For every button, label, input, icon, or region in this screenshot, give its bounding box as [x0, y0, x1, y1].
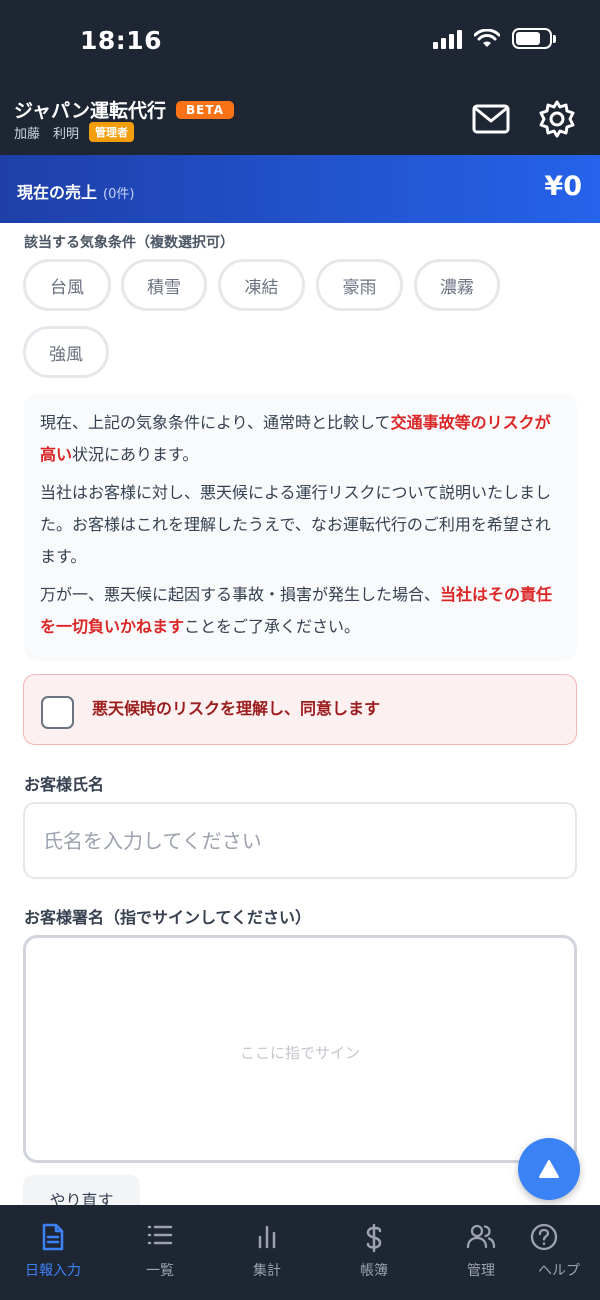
nav-item-admin[interactable]: 管理: [431, 1205, 531, 1300]
mail-button[interactable]: [470, 98, 512, 140]
risk-agreement[interactable]: 悪天候時のリスクを理解し、同意します: [23, 674, 577, 745]
agree-label: 悪天候時のリスクを理解し、同意します: [92, 699, 381, 718]
dollar-icon: [366, 1223, 382, 1253]
user-name: 加藤 利明: [14, 126, 80, 142]
nav-item-list[interactable]: 一覧: [110, 1205, 210, 1300]
mail-icon: [472, 104, 510, 134]
wifi-icon: [474, 28, 500, 47]
nav-label: 管理: [467, 1263, 495, 1279]
signature-label: お客様署名（指でサインしてください）: [24, 908, 312, 927]
document-icon: [42, 1223, 64, 1251]
weather-chip-heavy-rain[interactable]: 豪雨: [316, 259, 403, 311]
weather-chip-fog[interactable]: 濃霧: [414, 259, 500, 311]
role-badge: 管理者: [89, 122, 135, 142]
nav-item-ledger[interactable]: 帳簿: [324, 1205, 424, 1300]
bottom-nav: 日報入力 一覧 集計 帳簿 管理 ヘルプ: [0, 1205, 600, 1300]
weather-conditions-label: 該当する気象条件（複数選択可）: [24, 235, 234, 251]
nav-label: 一覧: [146, 1263, 174, 1279]
scroll-top-button[interactable]: [518, 1138, 580, 1200]
help-icon: [530, 1223, 558, 1251]
nav-label: 帳簿: [360, 1263, 388, 1279]
signature-pad[interactable]: ここに指でサイン: [23, 935, 577, 1163]
users-icon: [466, 1224, 496, 1249]
app-header: 18:16 ジャパン運転代行 BETA 加藤 利明 管理者: [0, 0, 600, 155]
bar-chart-icon: [258, 1225, 276, 1249]
sales-label: 現在の売上: [17, 183, 98, 202]
sales-amount: ¥0: [544, 171, 582, 202]
weather-chip-strong-wind[interactable]: 強風: [23, 326, 109, 378]
nav-label: 集計: [253, 1263, 281, 1279]
customer-name-label: お客様氏名: [24, 775, 105, 794]
beta-badge: BETA: [176, 100, 234, 119]
battery-icon: [512, 28, 556, 49]
nav-item-daily-report[interactable]: 日報入力: [3, 1205, 103, 1300]
gear-icon: [539, 100, 575, 138]
notice-paragraph-1: 現在、上記の気象条件により、通常時と比較して交通事故等のリスクが高い状況にありま…: [40, 413, 551, 464]
triangle-up-icon: [539, 1160, 559, 1178]
sales-count: (0件): [103, 187, 135, 202]
status-icons: [433, 28, 556, 49]
retry-signature-button[interactable]: やり直す: [23, 1175, 140, 1205]
notice-paragraph-3: 万が一、悪天候に起因する事故・損害が発生した場合、当社はその責任を一切負いかねま…: [40, 585, 553, 636]
signal-icon: [433, 29, 462, 49]
nav-label: 日報入力: [25, 1263, 81, 1279]
nav-item-summary[interactable]: 集計: [217, 1205, 317, 1300]
signature-hint: ここに指でサイン: [239, 1044, 360, 1062]
main-content: 該当する気象条件（複数選択可） 台風 積雪 凍結 豪雨 濃霧 強風 現在、上記の…: [0, 223, 600, 1205]
settings-button[interactable]: [536, 98, 578, 140]
agree-checkbox[interactable]: [41, 696, 74, 729]
weather-chip-typhoon[interactable]: 台風: [23, 259, 111, 311]
nav-label: ヘルプ: [538, 1263, 580, 1279]
app-title: ジャパン運転代行: [14, 100, 167, 122]
weather-chip-snow[interactable]: 積雪: [121, 259, 207, 311]
sales-banner: 現在の売上 (0件) ¥0: [0, 155, 600, 223]
customer-name-input[interactable]: [23, 802, 577, 879]
status-time: 18:16: [80, 26, 163, 55]
risk-notice: 現在、上記の気象条件により、通常時と比較して交通事故等のリスクが高い状況にありま…: [24, 393, 577, 661]
nav-item-help[interactable]: ヘルプ: [518, 1205, 600, 1300]
notice-paragraph-2: 当社はお客様に対し、悪天候による運行リスクについて説明いたしました。お客様はこれ…: [40, 483, 552, 566]
list-icon: [147, 1225, 173, 1245]
weather-chip-freeze[interactable]: 凍結: [218, 259, 305, 311]
